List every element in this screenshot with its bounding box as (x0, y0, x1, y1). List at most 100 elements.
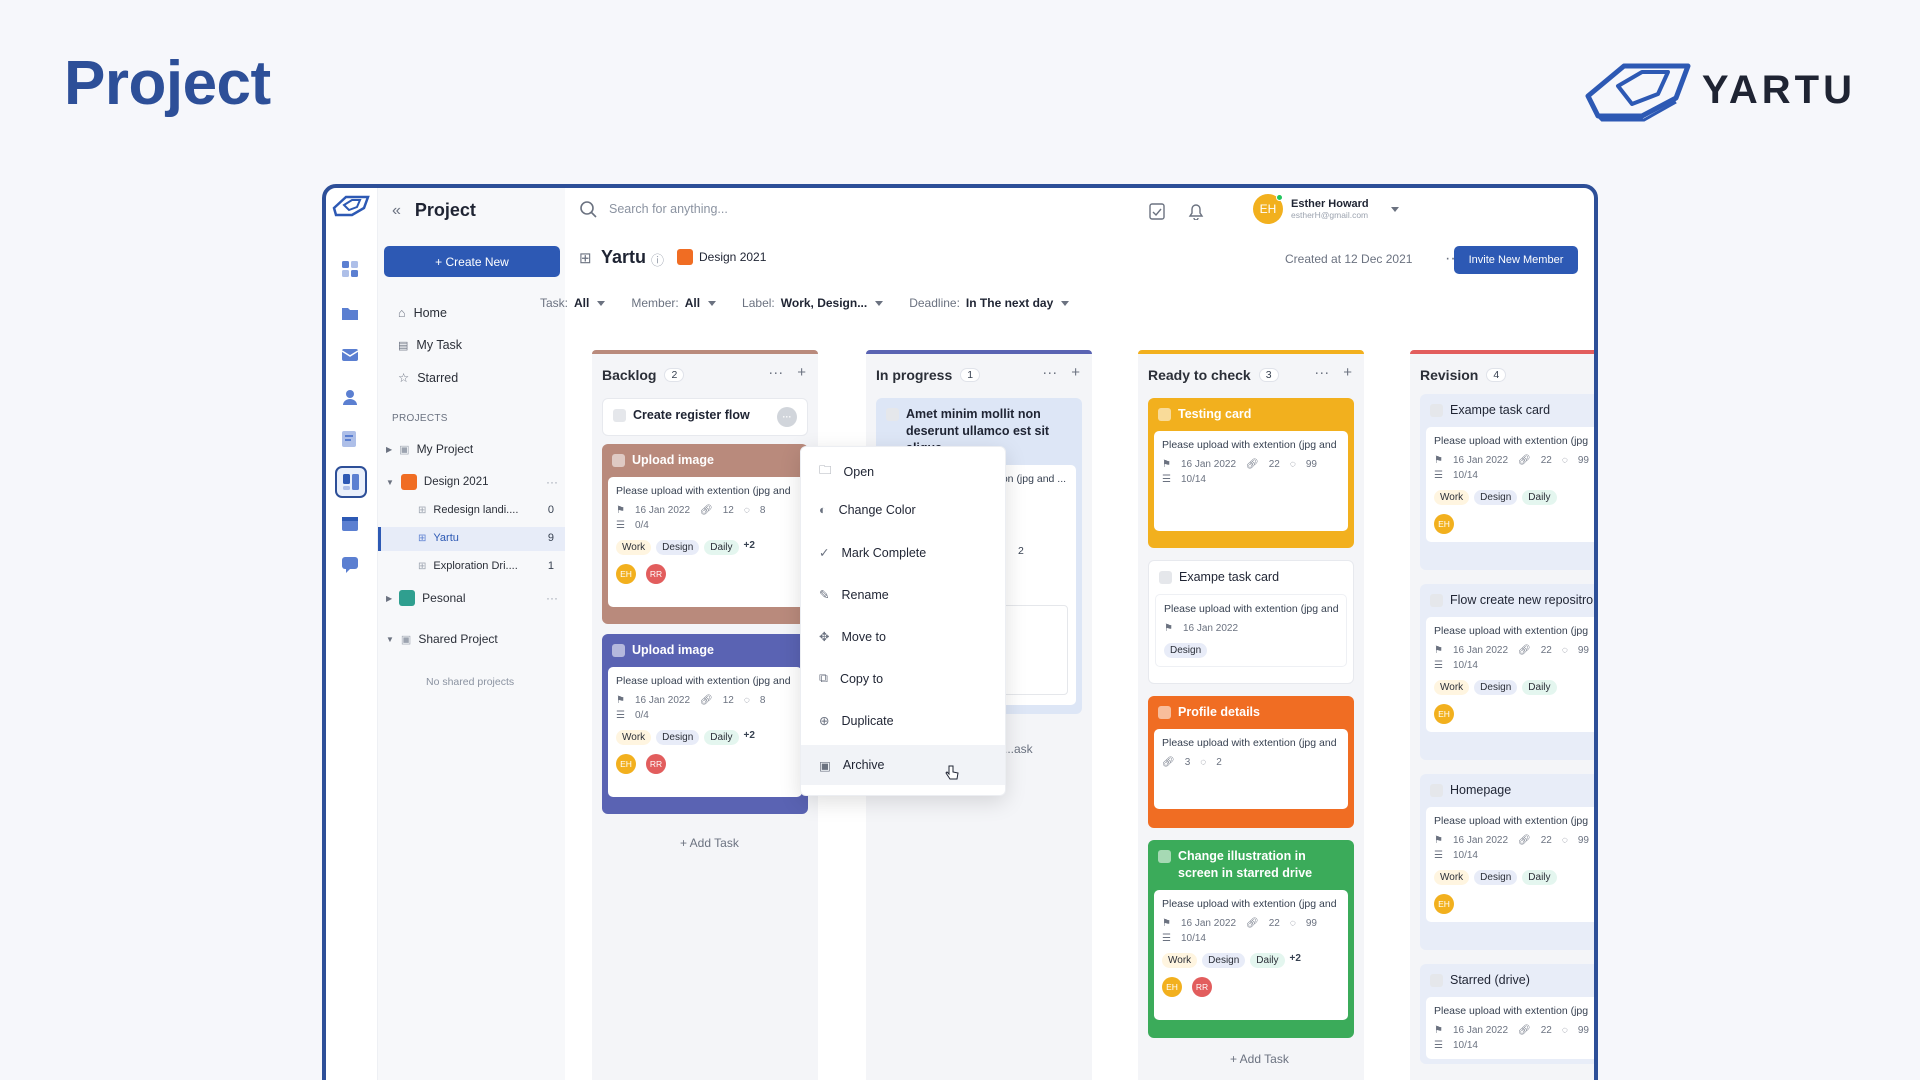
menu-move-to[interactable]: ✥ Move to (819, 629, 886, 645)
more-icon[interactable]: ··· (546, 475, 558, 489)
add-icon[interactable]: + (797, 364, 806, 381)
task-card[interactable]: Starred (drive) Please upload with exten… (1420, 964, 1594, 1064)
checkbox[interactable] (612, 454, 625, 467)
tree-exploration[interactable]: ⊞ Exploration Dri.... 1 (418, 560, 554, 572)
card-description: Please upload with extention (jpg and ..… (1162, 737, 1340, 749)
menu-item-label: Duplicate (841, 713, 894, 728)
checkbox[interactable] (1158, 706, 1171, 719)
mail-icon[interactable] (339, 344, 361, 366)
nav-starred[interactable]: ☆ Starred (398, 370, 458, 386)
more-icon[interactable]: ··· (777, 407, 797, 427)
create-new-button[interactable]: + Create New (384, 246, 560, 277)
filter-label: Task: (540, 296, 569, 310)
menu-archive[interactable]: ▣ Archive (801, 745, 1005, 785)
tag-design: Design (1474, 870, 1518, 885)
attachment-count: 22 (1268, 459, 1280, 470)
more-icon[interactable]: ··· (768, 364, 783, 381)
tag-work: Work (1434, 490, 1470, 505)
task-card[interactable]: Homepage Please upload with extention (j… (1420, 774, 1594, 950)
notes-icon[interactable] (339, 428, 361, 450)
projects-section-label: PROJECTS (392, 413, 448, 424)
nav-my-task[interactable]: ▤ My Task (398, 338, 462, 352)
more-icon[interactable]: ··· (1314, 364, 1329, 381)
add-icon[interactable]: + (1343, 364, 1352, 381)
nav-home[interactable]: ⌂ Home (398, 306, 447, 320)
tree-shared[interactable]: ▼ ▣ Shared Project (386, 632, 498, 646)
comment-icon: ◌ (1200, 757, 1207, 768)
bell-icon[interactable] (1187, 202, 1205, 220)
project-board-icon[interactable] (335, 466, 367, 498)
shared-icon: ▣ (400, 633, 412, 646)
checkbox[interactable] (1430, 594, 1443, 607)
contacts-icon[interactable] (339, 386, 361, 408)
add-task-button[interactable]: + Add Task (680, 836, 739, 850)
tree-personal[interactable]: ▶ Pesonal ··· (386, 590, 558, 606)
flag-icon: ⚑ (616, 505, 625, 516)
comment-count: 8 (759, 505, 766, 516)
add-icon[interactable]: + (1071, 364, 1080, 381)
folder-icon[interactable] (339, 302, 361, 324)
card-title: Flow create new repositro (1450, 593, 1594, 607)
comment-icon: ◌ (1289, 918, 1296, 929)
menu-mark-complete[interactable]: ✓ Mark Complete (819, 545, 926, 561)
menu-duplicate[interactable]: ⊕ Duplicate (819, 713, 894, 729)
checkbox[interactable] (612, 644, 625, 657)
dashboard-icon[interactable] (339, 258, 361, 280)
task-card[interactable]: Exampe task card Please upload with exte… (1420, 394, 1594, 570)
workspace-pill[interactable]: Design 2021 (677, 249, 766, 265)
filter-task[interactable]: Task: All (540, 296, 606, 310)
attachment-count: 22 (1540, 455, 1552, 466)
invite-member-button[interactable]: Invite New Member (1454, 246, 1578, 274)
duplicate-icon: ⊕ (819, 714, 830, 728)
search-input[interactable]: Search for anything... (579, 200, 728, 218)
menu-rename[interactable]: ✎ Rename (819, 587, 889, 603)
attachment-icon: 🔗︎ (700, 695, 713, 706)
attachment-count: 22 (1540, 645, 1552, 656)
task-card[interactable]: Upload image Please upload with extentio… (602, 634, 808, 814)
menu-open[interactable]: 🗀︎ Open (819, 461, 874, 482)
checkbox[interactable] (613, 409, 626, 422)
task-card[interactable]: Create register flow ··· (602, 398, 808, 436)
task-card[interactable]: Testing card Please upload with extentio… (1148, 398, 1354, 548)
tree-my-project[interactable]: ▶ ▣ My Project (386, 442, 473, 456)
checkbox[interactable] (1430, 404, 1443, 417)
more-icon[interactable]: ··· (1042, 364, 1057, 381)
assignee-avatar: EH (616, 564, 636, 584)
user-menu[interactable]: EH Esther Howard estherH@gmail.com (1253, 194, 1399, 224)
comment-count: 99 (1577, 645, 1589, 656)
task-card[interactable]: Exampe task card Please upload with exte… (1148, 560, 1354, 684)
due-date: 16 Jan 2022 (1452, 1025, 1509, 1036)
checkbox[interactable] (1430, 784, 1443, 797)
checklist-icon: ☰ (1434, 850, 1443, 861)
filter-member[interactable]: Member: All (631, 296, 717, 310)
chat-icon[interactable] (339, 554, 361, 576)
checkbox[interactable] (1159, 571, 1172, 584)
more-icon[interactable]: ··· (546, 591, 558, 605)
filter-label: Label: (742, 296, 775, 310)
calendar-icon[interactable] (339, 512, 361, 534)
menu-change-color[interactable]: ◐ Change Color (819, 503, 916, 517)
add-task-button[interactable]: ...ask (1004, 742, 1033, 756)
task-card[interactable]: Upload image Please upload with extentio… (602, 444, 808, 624)
checklist-progress: 10/14 (1452, 1040, 1478, 1051)
tree-design-2021[interactable]: ▼ Design 2021 ··· (386, 474, 558, 490)
tree-redesign[interactable]: ⊞ Redesign landi.... 0 (418, 504, 554, 516)
card-title: Testing card (1178, 407, 1252, 421)
menu-copy-to[interactable]: ⧉ Copy to (819, 671, 883, 686)
checkbox[interactable] (1158, 850, 1171, 863)
clipboard-check-icon[interactable] (1149, 202, 1165, 220)
add-task-button[interactable]: + Add Task (1230, 1052, 1289, 1066)
task-card[interactable]: Change illustration in screen in starred… (1148, 840, 1354, 1038)
collapse-icon[interactable]: « (392, 202, 401, 220)
filter-label-dropdown[interactable]: Label: Work, Design... (742, 296, 884, 310)
checkbox[interactable] (886, 408, 899, 421)
column-count: 4 (1486, 368, 1507, 382)
task-card[interactable]: Flow create new repositro Please upload … (1420, 584, 1594, 760)
task-card[interactable]: Profile details Please upload with exten… (1148, 696, 1354, 828)
tree-yartu[interactable]: ⊞ Yartu 9 (418, 532, 554, 544)
info-icon[interactable]: ⓘ (651, 250, 664, 269)
flag-icon: ⚑ (1162, 459, 1171, 470)
checkbox[interactable] (1430, 974, 1443, 987)
checkbox[interactable] (1158, 408, 1171, 421)
filter-deadline[interactable]: Deadline: In The next day (909, 296, 1070, 310)
